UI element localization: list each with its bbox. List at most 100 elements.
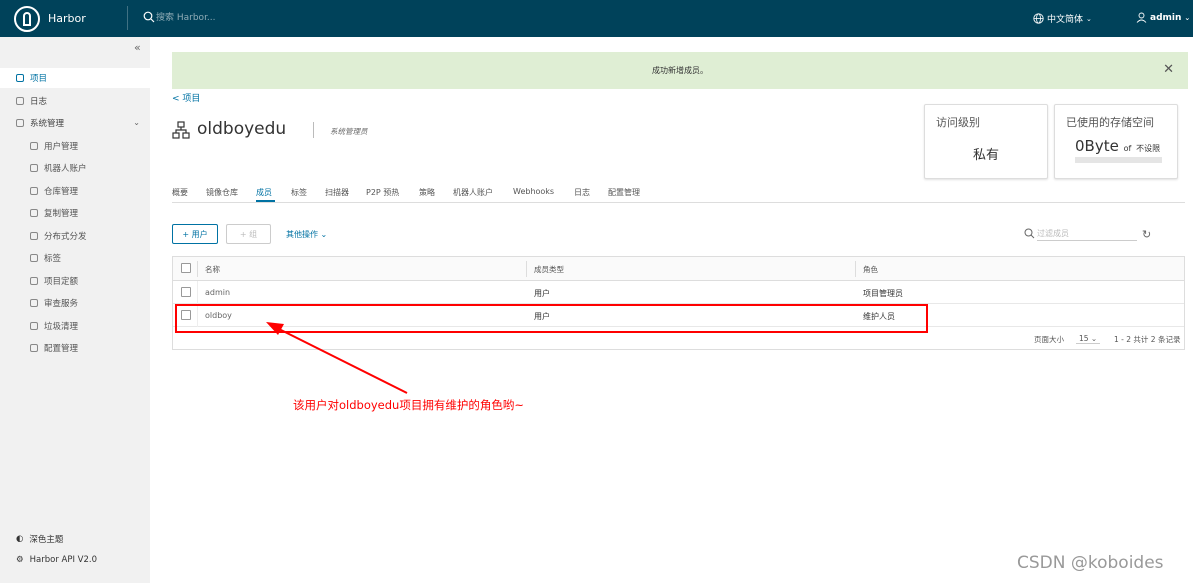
sidebar-item-interrogation[interactable]: 审查服务	[0, 293, 150, 313]
column-divider	[197, 261, 198, 277]
sidebar-item-registries[interactable]: 仓库管理	[0, 181, 150, 201]
sidebar-item-replication[interactable]: 复制管理	[0, 203, 150, 223]
brand-name[interactable]: Harbor	[48, 12, 86, 25]
table-row[interactable]: admin 用户 项目管理员	[173, 281, 1184, 304]
tab-logs[interactable]: 日志	[574, 187, 590, 198]
chevron-down-icon: ⌄	[1184, 13, 1191, 22]
moon-icon: ◐	[16, 534, 24, 544]
alert-message: 成功新增成员。	[652, 66, 708, 75]
row-checkbox[interactable]	[181, 287, 191, 297]
page-title: oldboyedu	[197, 119, 287, 139]
row-divider	[197, 281, 198, 304]
api-icon: ⚙	[16, 555, 24, 565]
tab-robots[interactable]: 机器人账户	[453, 187, 493, 198]
breadcrumb-projects: 项目	[182, 94, 201, 104]
column-header-type[interactable]: 成员类型	[534, 264, 564, 275]
column-header-name[interactable]: 名称	[205, 264, 220, 275]
add-group-button[interactable]: + 组	[226, 224, 271, 244]
tab-policy[interactable]: 策略	[419, 187, 435, 198]
other-operations-dropdown[interactable]: 其他操作 ⌄	[286, 229, 327, 240]
tab-config[interactable]: 配置管理	[608, 187, 640, 198]
sidebar-item-projects[interactable]: 项目	[0, 68, 150, 88]
user-name: admin	[1150, 12, 1182, 23]
language-switcher[interactable]: 中文简体 ⌄	[1033, 12, 1092, 25]
project-tabs: 概要 镜像仓库 成员 标签 扫描器 P2P 预热 策略 机器人账户 Webhoo…	[172, 184, 1185, 203]
chevron-down-icon: ⌄	[133, 118, 140, 127]
active-tab-indicator	[256, 200, 275, 202]
refresh-icon[interactable]: ↻	[1142, 228, 1151, 241]
sidebar-item-gc[interactable]: 垃圾清理	[0, 316, 150, 336]
project-icon	[172, 121, 190, 139]
tab-labels[interactable]: 标签	[291, 187, 307, 198]
success-alert: 成功新增成员。 ✕	[172, 52, 1188, 89]
header-divider	[127, 6, 128, 30]
annotation-text: 该用户对oldboyedu项目拥有维护的角色哟~	[293, 398, 524, 412]
sidebar-item-label: 仓库管理	[44, 187, 79, 197]
sidebar-item-label: 标签	[44, 254, 62, 264]
select-all-checkbox[interactable]	[181, 263, 191, 273]
sidebar-item-robots[interactable]: 机器人账户	[0, 158, 150, 178]
user-menu[interactable]: admin ⌄	[1136, 12, 1190, 23]
tab-summary[interactable]: 概要	[172, 187, 188, 198]
tab-p2p[interactable]: P2P 预热	[366, 187, 399, 198]
shield-icon	[30, 299, 38, 307]
page-size-value: 15	[1079, 334, 1089, 343]
highlight-box	[175, 304, 928, 333]
trash-icon	[30, 322, 38, 330]
page-size-select[interactable]: 15 ⌄	[1076, 334, 1101, 344]
users-icon	[30, 142, 38, 150]
api-label: Harbor API V2.0	[29, 555, 97, 565]
close-icon[interactable]: ✕	[1163, 62, 1174, 77]
tag-icon	[30, 254, 38, 262]
access-level-title: 访问级别	[936, 116, 980, 129]
tab-repositories[interactable]: 镜像仓库	[206, 187, 238, 198]
sidebar-item-label: 用户管理	[44, 142, 79, 152]
storage-title: 已使用的存储空间	[1066, 116, 1154, 129]
harbor-logo-icon[interactable]	[14, 6, 40, 32]
sidebar-item-config[interactable]: 配置管理	[0, 338, 150, 358]
top-header: Harbor 中文简体 ⌄ admin ⌄	[0, 0, 1193, 37]
search-icon	[1024, 228, 1035, 239]
collapse-sidebar-icon[interactable]: «	[134, 41, 141, 54]
sidebar-item-label: 日志	[30, 97, 48, 107]
column-divider	[526, 261, 527, 277]
add-user-button[interactable]: + 用户	[172, 224, 218, 244]
access-level-card: 访问级别 私有	[924, 104, 1048, 179]
project-icon	[16, 74, 24, 82]
gear-icon	[30, 344, 38, 352]
sidebar-item-quotas[interactable]: 项目定额	[0, 271, 150, 291]
sidebar: « 项目 日志 系统管理 ⌄ 用户管理 机器人账户 仓库管理 复制管理 分布式分发…	[0, 37, 150, 583]
sidebar-item-admin[interactable]: 系统管理 ⌄	[0, 113, 150, 133]
api-link[interactable]: ⚙ Harbor API V2.0	[16, 555, 97, 565]
chevron-left-icon: <	[172, 94, 183, 104]
sidebar-item-label: 复制管理	[44, 209, 79, 219]
chevron-down-icon: ⌄	[1086, 14, 1092, 23]
sidebar-item-labels[interactable]: 标签	[0, 248, 150, 268]
distribution-icon	[30, 232, 38, 240]
storage-card: 已使用的存储空间 0Byte of 不设限	[1054, 104, 1178, 179]
dark-theme-toggle[interactable]: ◐ 深色主题	[16, 533, 63, 545]
storage-value: 0Byte of 不设限	[1075, 137, 1160, 155]
chevron-down-icon: ⌄	[320, 230, 328, 239]
search-input[interactable]	[156, 11, 316, 25]
dark-theme-label: 深色主题	[29, 535, 64, 545]
robot-icon	[30, 164, 38, 172]
tab-scanner[interactable]: 扫描器	[325, 187, 349, 198]
access-level-value: 私有	[972, 148, 999, 163]
tab-webhooks[interactable]: Webhooks	[513, 187, 554, 196]
sidebar-item-users[interactable]: 用户管理	[0, 136, 150, 156]
sidebar-item-logs[interactable]: 日志	[0, 91, 150, 111]
other-operations-label: 其他操作	[286, 230, 318, 239]
sidebar-item-distribution[interactable]: 分布式分发	[0, 226, 150, 246]
page-size-label: 页面大小	[1034, 335, 1064, 344]
breadcrumb[interactable]: < 项目	[172, 91, 200, 104]
column-header-role[interactable]: 角色	[863, 264, 878, 275]
sidebar-item-label: 项目定额	[44, 277, 79, 287]
filter-members-input[interactable]	[1037, 227, 1137, 241]
table-header: 名称 成员类型 角色	[173, 257, 1184, 281]
tab-members[interactable]: 成员	[256, 187, 272, 198]
sidebar-item-label: 机器人账户	[44, 164, 87, 174]
title-divider	[313, 122, 314, 138]
search-icon	[143, 11, 155, 23]
sidebar-item-label: 项目	[30, 74, 48, 84]
